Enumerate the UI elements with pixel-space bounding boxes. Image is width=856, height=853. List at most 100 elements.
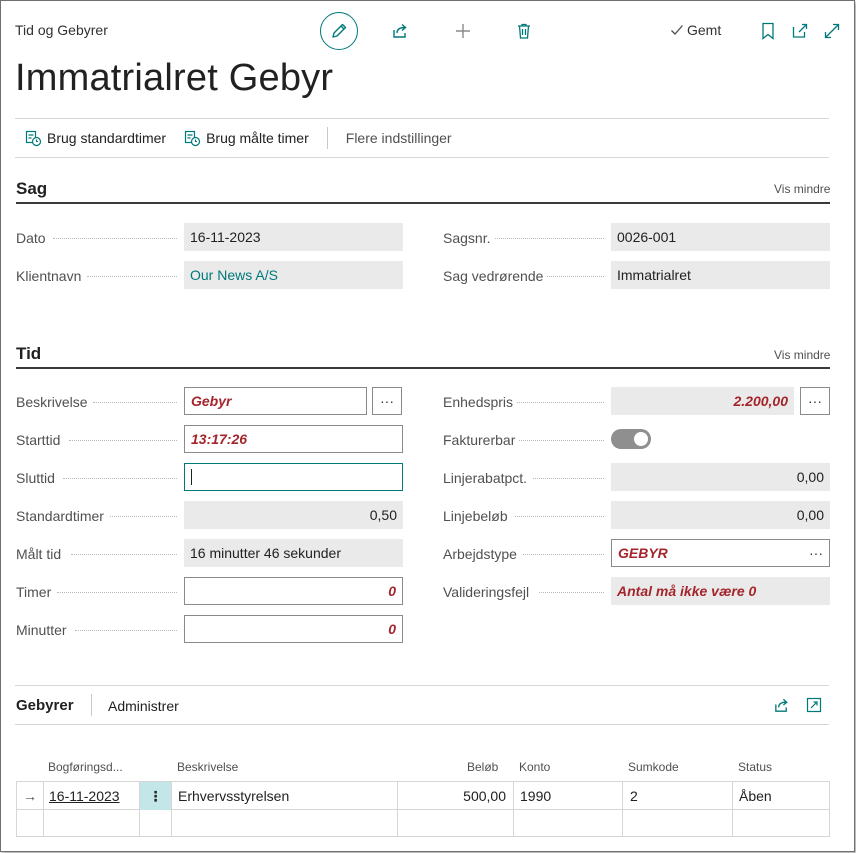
sluttid-label: Sluttid <box>16 470 55 486</box>
use-standard-hours-label: Brug standardtimer <box>47 130 167 146</box>
minutter-input[interactable]: 0 <box>184 615 403 643</box>
trash-icon <box>518 23 530 39</box>
dotted-leader <box>533 478 604 479</box>
beskrivelse-label: Beskrivelse <box>16 394 88 410</box>
column-header-bogfoeringsdato[interactable]: Bogføringsd... <box>48 760 123 774</box>
dotted-leader <box>69 440 177 441</box>
section-underline <box>16 367 830 369</box>
plus-icon <box>456 24 470 38</box>
row-status[interactable]: Åben <box>739 782 772 810</box>
starttid-label: Starttid <box>16 432 61 448</box>
timer-label: Timer <box>16 584 52 600</box>
sag-show-less-link[interactable]: Vis mindre <box>774 182 830 196</box>
dato-field: 16-11-2023 <box>184 223 403 251</box>
dotted-leader <box>53 238 177 239</box>
dato-label: Dato <box>16 230 46 246</box>
klientnavn-label: Klientnavn <box>16 268 82 284</box>
dotted-leader <box>515 516 604 517</box>
sluttid-input[interactable] <box>184 463 403 491</box>
use-measured-hours-button[interactable]: Brug målte timer <box>184 130 309 147</box>
section-underline <box>16 202 830 204</box>
use-standard-hours-button[interactable]: Brug standardtimer <box>25 130 166 147</box>
page-frame: Tid og Gebyrer Gemt Immatrialret Gebyr B… <box>0 0 855 852</box>
fakturerbar-toggle[interactable] <box>611 429 651 449</box>
expand-icon <box>824 23 840 39</box>
column-divider <box>513 782 514 836</box>
share-icon <box>393 23 407 38</box>
beskrivelse-lookup-button[interactable]: ··· <box>372 387 402 415</box>
fakturerbar-label: Fakturerbar <box>443 432 516 448</box>
arbejdstype-lookup-button[interactable]: ··· <box>809 545 823 561</box>
column-divider <box>732 782 733 836</box>
section-title-tid[interactable]: Tid <box>16 344 41 364</box>
maalt-tid-label: Målt tid <box>16 546 62 562</box>
column-divider <box>43 782 44 836</box>
row-account[interactable]: 1990 <box>520 782 551 810</box>
tid-show-less-link[interactable]: Vis mindre <box>774 348 830 362</box>
expand-button[interactable] <box>821 20 843 42</box>
row-description[interactable]: Erhvervsstyrelsen <box>178 782 289 810</box>
sag-vedroerende-label: Sag vedrørende <box>443 268 544 284</box>
standard-hours-icon <box>25 130 42 146</box>
row-amount[interactable]: 500,00 <box>398 782 506 810</box>
dotted-leader <box>71 554 177 555</box>
dotted-leader <box>519 440 604 441</box>
standardtimer-label: Standardtimer <box>16 508 104 524</box>
bookmark-button[interactable] <box>758 20 778 42</box>
gebyrer-title[interactable]: Gebyrer <box>16 697 74 714</box>
page-title: Immatrialret Gebyr <box>15 57 334 99</box>
column-header-beloeb[interactable]: Beløb <box>467 760 498 774</box>
share-icon <box>774 698 788 712</box>
section-title-sag[interactable]: Sag <box>16 179 47 199</box>
column-divider <box>171 782 172 836</box>
klientnavn-link[interactable]: Our News A/S <box>184 261 403 289</box>
starttid-input[interactable]: 13:17:26 <box>184 425 403 453</box>
saved-label: Gemt <box>687 22 722 38</box>
timer-input[interactable]: 0 <box>184 577 403 605</box>
open-new-window-button[interactable] <box>789 20 811 42</box>
dotted-leader <box>75 630 177 631</box>
more-options-button[interactable]: Flere indstillinger <box>346 130 452 146</box>
text-cursor <box>191 469 192 485</box>
enhedspris-lookup-button[interactable]: ··· <box>800 387 830 415</box>
measured-hours-icon <box>184 130 201 146</box>
row-date-link[interactable]: 16-11-2023 <box>49 782 120 810</box>
column-header-sumkode[interactable]: Sumkode <box>628 760 679 774</box>
use-measured-hours-label: Brug målte timer <box>206 130 309 146</box>
edit-button[interactable] <box>320 12 358 50</box>
arbejdstype-label: Arbejdstype <box>443 546 517 562</box>
maalt-tid-field: 16 minutter 46 sekunder <box>184 539 403 567</box>
breadcrumb[interactable]: Tid og Gebyrer <box>15 22 108 38</box>
enhedspris-label: Enhedspris <box>443 394 514 410</box>
dotted-leader <box>93 402 177 403</box>
column-header-status[interactable]: Status <box>738 760 772 774</box>
dotted-leader <box>110 516 177 517</box>
new-button[interactable] <box>452 20 474 42</box>
share-button[interactable] <box>389 20 411 42</box>
divider <box>15 157 829 158</box>
minutter-label: Minutter <box>16 622 67 638</box>
row-menu-button[interactable]: ⋮ <box>140 782 171 810</box>
beskrivelse-input[interactable]: Gebyr <box>184 387 367 415</box>
dotted-leader <box>495 238 604 239</box>
delete-button[interactable] <box>513 20 535 42</box>
row-sumcode[interactable]: 2 <box>630 782 638 810</box>
tab-administrer[interactable]: Administrer <box>108 698 179 714</box>
column-header-konto[interactable]: Konto <box>519 760 550 774</box>
standardtimer-field: 0,50 <box>184 501 403 529</box>
enhedspris-field[interactable]: 2.200,00 <box>611 387 794 415</box>
gebyrer-table: → 16-11-2023 ⋮ Erhvervsstyrelsen 500,00 … <box>16 781 830 837</box>
divider <box>15 685 829 686</box>
sag-vedroerende-field: Immatrialret <box>611 261 830 289</box>
dotted-leader <box>547 276 604 277</box>
checkmark-icon <box>671 25 683 35</box>
dotted-leader <box>87 276 177 277</box>
divider <box>15 118 829 119</box>
column-header-beskrivelse[interactable]: Beskrivelse <box>177 760 238 774</box>
arbejdstype-input[interactable]: GEBYR ··· <box>611 539 830 567</box>
valideringsfejl-field: Antal må ikke være 0 <box>611 577 830 605</box>
gebyrer-open-button[interactable] <box>804 695 824 715</box>
linjebeloeb-label: Linjebeløb <box>443 508 508 524</box>
sagsnr-label: Sagsnr. <box>443 230 491 246</box>
gebyrer-share-button[interactable] <box>771 695 791 715</box>
